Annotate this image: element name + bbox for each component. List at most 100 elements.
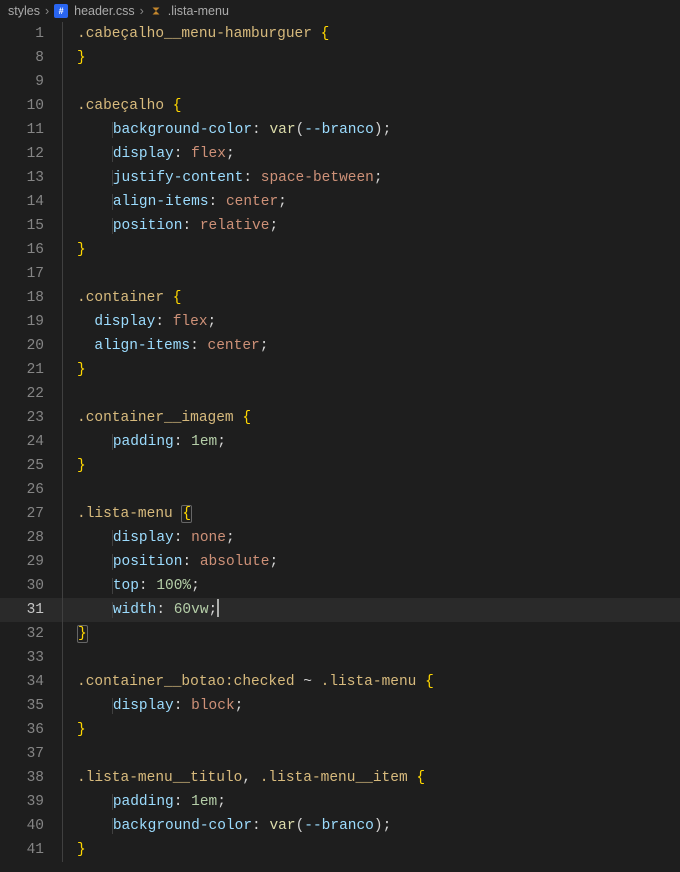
text-cursor [217,599,219,617]
code-line[interactable]: 32} [0,622,680,646]
code-line[interactable]: 8} [0,46,680,70]
code-content[interactable]: position: absolute; [63,550,278,574]
breadcrumb-file[interactable]: header.css [74,4,134,18]
code-content[interactable]: display: block; [63,694,243,718]
token-punc: : [182,218,191,234]
breadcrumb-folder[interactable]: styles [8,4,40,18]
code-content[interactable]: display: flex; [63,142,235,166]
line-number: 23 [0,406,62,430]
code-line[interactable]: 33 [0,646,680,670]
token-brace: { [416,770,425,786]
line-number: 32 [0,622,62,646]
code-content[interactable]: } [63,238,86,262]
token-punc: ; [260,338,269,354]
token-var: --branco [304,818,374,834]
code-line[interactable]: 40 background-color: var(--branco); [0,814,680,838]
code-content[interactable]: width: 60vw; [63,598,219,622]
code-content[interactable]: .lista-menu__titulo, .lista-menu__item { [63,766,425,790]
token-prop: position [113,554,183,570]
code-content[interactable]: align-items: center; [63,190,287,214]
code-line[interactable]: 16} [0,238,680,262]
token-val: flex [191,146,226,162]
code-content[interactable]: .lista-menu { [63,502,192,526]
code-content[interactable]: top: 100%; [63,574,200,598]
code-line[interactable]: 24 padding: 1em; [0,430,680,454]
code-content[interactable]: .cabeçalho { [63,94,181,118]
code-line[interactable]: 10.cabeçalho { [0,94,680,118]
code-line[interactable]: 30 top: 100%; [0,574,680,598]
code-content[interactable]: } [63,838,86,862]
token-punc: : [174,794,183,810]
breadcrumb[interactable]: styles › # header.css › .lista-menu [0,0,680,22]
code-line[interactable]: 11 background-color: var(--branco); [0,118,680,142]
code-line[interactable]: 21} [0,358,680,382]
code-content[interactable]: } [63,622,88,646]
code-content[interactable]: } [63,46,86,70]
code-line[interactable]: 27.lista-menu { [0,502,680,526]
code-line[interactable]: 31 width: 60vw; [0,598,680,622]
code-line[interactable]: 26 [0,478,680,502]
code-content[interactable]: background-color: var(--branco); [63,118,391,142]
code-line[interactable]: 35 display: block; [0,694,680,718]
code-line[interactable]: 9 [0,70,680,94]
line-number: 14 [0,190,62,214]
code-line[interactable]: 1.cabeçalho__menu-hamburguer { [0,22,680,46]
fold-guide [62,70,63,94]
token-func: var [269,818,295,834]
code-line[interactable]: 19 display: flex; [0,310,680,334]
token-sel: .lista-menu__titulo [77,770,242,786]
code-content[interactable]: .container__botao:checked ~ .lista-menu … [63,670,434,694]
code-content[interactable]: .container { [63,286,181,310]
token-brace: } [77,362,86,378]
line-number: 18 [0,286,62,310]
code-line[interactable]: 13 justify-content: space-between; [0,166,680,190]
css-selector-icon [149,4,163,18]
code-content[interactable]: } [63,454,86,478]
code-line[interactable]: 17 [0,262,680,286]
code-line[interactable]: 29 position: absolute; [0,550,680,574]
code-content[interactable]: position: relative; [63,214,278,238]
code-line[interactable]: 20 align-items: center; [0,334,680,358]
code-content[interactable]: padding: 1em; [63,790,226,814]
line-number: 37 [0,742,62,766]
code-line[interactable]: 15 position: relative; [0,214,680,238]
code-content[interactable]: background-color: var(--branco); [63,814,391,838]
code-line[interactable]: 37 [0,742,680,766]
code-content[interactable]: padding: 1em; [63,430,226,454]
line-number: 31 [0,598,62,622]
code-line[interactable]: 36} [0,718,680,742]
code-line[interactable]: 39 padding: 1em; [0,790,680,814]
code-content[interactable]: display: none; [63,526,235,550]
code-content[interactable]: } [63,718,86,742]
code-line[interactable]: 12 display: flex; [0,142,680,166]
code-line[interactable]: 14 align-items: center; [0,190,680,214]
code-line[interactable]: 38.lista-menu__titulo, .lista-menu__item… [0,766,680,790]
code-content[interactable]: display: flex; [63,310,216,334]
token-prop: align-items [94,338,190,354]
line-number: 29 [0,550,62,574]
code-line[interactable]: 18.container { [0,286,680,310]
token-punc: : [190,338,199,354]
token-prop: display [113,146,174,162]
code-content[interactable]: } [63,358,86,382]
code-content[interactable]: justify-content: space-between; [63,166,383,190]
code-line[interactable]: 28 display: none; [0,526,680,550]
code-content[interactable]: .cabeçalho__menu-hamburguer { [63,22,329,46]
token-punc: ) [374,122,383,138]
line-number: 8 [0,46,62,70]
token-punc: : [209,194,218,210]
code-content[interactable]: align-items: center; [63,334,268,358]
code-line[interactable]: 41} [0,838,680,862]
code-content[interactable]: .container__imagem { [63,406,251,430]
line-number: 10 [0,94,62,118]
code-editor[interactable]: 1.cabeçalho__menu-hamburguer {8}910.cabe… [0,22,680,862]
code-line[interactable]: 23.container__imagem { [0,406,680,430]
code-line[interactable]: 34.container__botao:checked ~ .lista-men… [0,670,680,694]
token-sel: .cabeçalho [77,98,164,114]
breadcrumb-symbol[interactable]: .lista-menu [168,4,229,18]
line-number: 26 [0,478,62,502]
code-line[interactable]: 22 [0,382,680,406]
line-number: 12 [0,142,62,166]
line-number: 24 [0,430,62,454]
code-line[interactable]: 25} [0,454,680,478]
